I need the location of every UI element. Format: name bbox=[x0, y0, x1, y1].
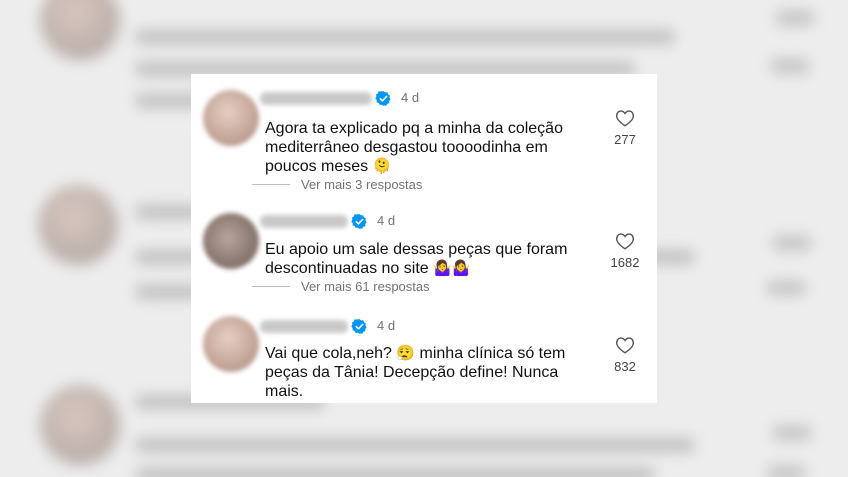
comment-time: 4 d bbox=[401, 90, 420, 105]
like-count: 277 bbox=[614, 132, 636, 147]
heart-outline-icon bbox=[615, 110, 635, 127]
comment-text: Vai que cola,neh? 😮‍💨 minha clínica só t… bbox=[265, 344, 583, 401]
comment-time: 4 d bbox=[377, 213, 396, 228]
username-blurred[interactable] bbox=[260, 215, 348, 228]
like-count: 832 bbox=[614, 359, 636, 374]
comment-text-line: poucos meses 🫠 bbox=[265, 157, 392, 175]
replies-divider bbox=[252, 184, 290, 185]
comment-text-line: descontinuadas no site 🤷‍♀️🤷‍♀️ bbox=[265, 259, 471, 277]
comment-text: Agora ta explicado pq a minha da coleção… bbox=[265, 119, 583, 176]
bg-avatar bbox=[38, 185, 118, 265]
comment-text-line: Eu apoio um sale dessas peças que foram bbox=[265, 241, 568, 258]
sighing-face-emoji: 😮‍💨 bbox=[396, 344, 416, 362]
bg-like bbox=[766, 465, 806, 477]
like-button[interactable]: 1682 bbox=[599, 232, 651, 270]
view-replies-label: Ver mais 61 respostas bbox=[301, 279, 430, 294]
bg-avatar bbox=[40, 0, 120, 60]
avatar[interactable] bbox=[203, 213, 259, 269]
like-button[interactable]: 277 bbox=[599, 109, 651, 147]
heart-outline-icon bbox=[615, 337, 635, 354]
comment-text-line: peças da Tânia! Decepção define! Nunca bbox=[265, 364, 559, 381]
bg-like bbox=[775, 10, 815, 26]
view-replies-link[interactable]: Ver mais 61 respostas bbox=[252, 279, 430, 294]
view-replies-label: Ver mais 3 respostas bbox=[301, 177, 423, 192]
verified-badge-icon bbox=[351, 214, 367, 229]
like-count: 1682 bbox=[610, 255, 640, 270]
comment-text-line: Agora ta explicado pq a minha da coleção bbox=[265, 120, 563, 137]
bg-text-line bbox=[135, 468, 655, 477]
melting-face-emoji: 🫠 bbox=[372, 157, 392, 175]
comment-time: 4 d bbox=[377, 318, 396, 333]
avatar[interactable] bbox=[203, 316, 259, 372]
shrug-emoji: 🤷‍♀️🤷‍♀️ bbox=[433, 259, 471, 277]
comment-text-line: mais. bbox=[265, 383, 304, 400]
bg-like bbox=[772, 425, 812, 441]
avatar[interactable] bbox=[203, 90, 259, 146]
username-blurred[interactable] bbox=[260, 320, 348, 333]
replies-divider bbox=[252, 286, 290, 287]
comment-text: Eu apoio um sale dessas peças que foram … bbox=[265, 240, 583, 278]
bg-like bbox=[770, 58, 810, 74]
comment-text-line: Vai que cola,neh? 😮‍💨 minha clínica só t… bbox=[265, 344, 566, 362]
bg-avatar bbox=[40, 385, 120, 465]
comments-card: 4 d Agora ta explicado pq a minha da col… bbox=[191, 74, 657, 403]
like-button[interactable]: 832 bbox=[599, 336, 651, 374]
bg-like bbox=[772, 235, 812, 251]
verified-badge-icon bbox=[351, 319, 367, 334]
bg-like bbox=[766, 280, 806, 296]
view-replies-link[interactable]: Ver mais 3 respostas bbox=[252, 177, 422, 192]
verified-badge-icon bbox=[375, 91, 391, 106]
bg-text-line bbox=[135, 30, 675, 44]
comment-text-line: mediterrâneo desgastou toooodinha em bbox=[265, 139, 548, 156]
username-blurred[interactable] bbox=[260, 92, 372, 105]
bg-text-line bbox=[135, 438, 695, 452]
heart-outline-icon bbox=[615, 233, 635, 250]
